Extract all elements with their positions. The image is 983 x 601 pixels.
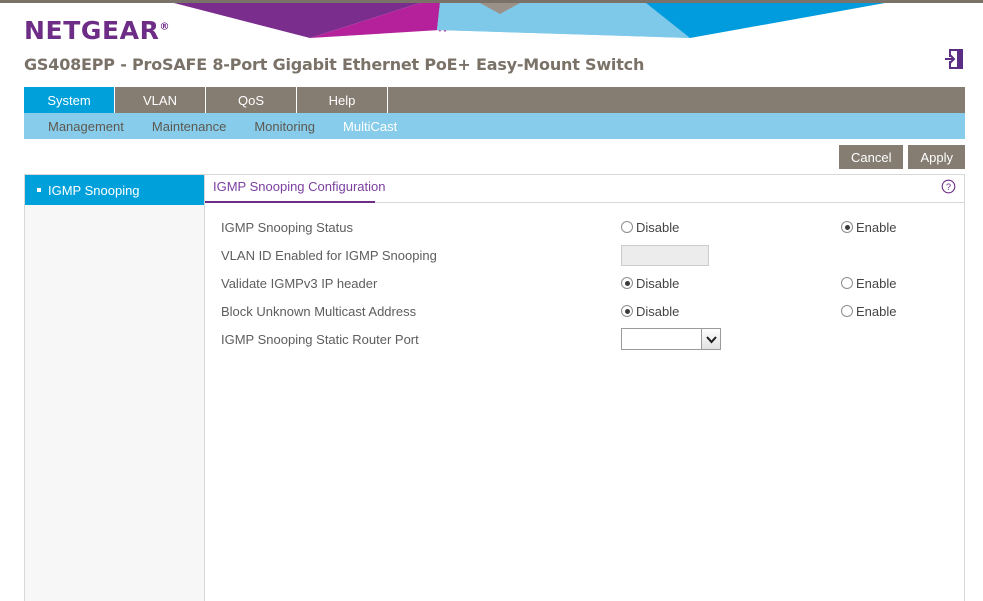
tab-system[interactable]: System [24,87,115,113]
tab-help-label: Help [329,93,356,108]
radio-label: Enable [856,220,896,235]
radio-icon [841,221,853,233]
panel-active-underline [205,201,375,203]
radio-validate-igmpv3-disable[interactable]: Disable [621,276,841,291]
tab-vlan-label: VLAN [143,93,177,108]
help-icon[interactable]: ? [941,179,956,194]
content-panel: IGMP Snooping Configuration ? IGMP Snoop… [205,174,965,601]
radio-icon [841,277,853,289]
radio-label: Disable [636,276,679,291]
netgear-logo: NETGEAR® [24,16,169,45]
tab-qos[interactable]: QoS [206,87,297,113]
sidebar-item-igmp-snooping[interactable]: IGMP Snooping [25,175,204,205]
subtab-multicast[interactable]: MultiCast [329,119,411,134]
svg-text:?: ? [946,182,951,192]
sub-tab-bar: Management Maintenance Monitoring MultiC… [24,113,965,139]
radio-label: Disable [636,220,679,235]
radio-icon [841,305,853,317]
radio-icon [621,277,633,289]
panel-title: IGMP Snooping Configuration [213,179,385,194]
chevron-down-icon [701,329,720,349]
label-static-router-port: IGMP Snooping Static Router Port [221,332,621,347]
sidebar-item-label: IGMP Snooping [48,183,140,198]
tab-qos-label: QoS [238,93,264,108]
bullet-icon [37,188,41,192]
radio-icon [621,221,633,233]
radio-block-multicast-enable[interactable]: Enable [841,304,983,319]
panel-header: IGMP Snooping Configuration ? [205,175,964,203]
form-row-validate-igmpv3: Validate IGMPv3 IP header Disable Enable [205,269,964,297]
tab-vlan[interactable]: VLAN [115,87,206,113]
sidebar: IGMP Snooping [24,174,205,601]
radio-validate-igmpv3-enable[interactable]: Enable [841,276,983,291]
subtab-monitoring[interactable]: Monitoring [240,119,329,134]
radio-label: Enable [856,276,896,291]
action-button-group: Cancel Apply [839,145,965,169]
radio-label: Enable [856,304,896,319]
page-root: NETGEAR® GS408EPP - ProSAFE 8-Port Gigab… [0,0,983,601]
form-row-igmp-snooping-status: IGMP Snooping Status Disable Enable [205,213,964,241]
page-title: GS408EPP - ProSAFE 8-Port Gigabit Ethern… [24,55,644,74]
form-row-static-router-port: IGMP Snooping Static Router Port [205,325,964,353]
vlan-id-input[interactable] [621,245,709,266]
logo-text: NETGEAR [24,16,159,45]
static-router-port-select[interactable] [621,328,721,350]
cancel-button[interactable]: Cancel [839,145,903,169]
label-vlan-id: VLAN ID Enabled for IGMP Snooping [221,248,621,263]
radio-igmp-status-enable[interactable]: Enable [841,220,983,235]
registered-mark: ® [159,22,169,33]
tab-help[interactable]: Help [297,87,388,113]
radio-block-multicast-disable[interactable]: Disable [621,304,841,319]
igmp-snooping-form: IGMP Snooping Status Disable Enable VLAN… [205,203,964,353]
apply-button[interactable]: Apply [908,145,965,169]
label-igmp-snooping-status: IGMP Snooping Status [221,220,621,235]
radio-igmp-status-disable[interactable]: Disable [621,220,841,235]
subtab-management[interactable]: Management [34,119,138,134]
label-block-unknown-multicast: Block Unknown Multicast Address [221,304,621,319]
radio-icon [621,305,633,317]
radio-label: Disable [636,304,679,319]
subtab-maintenance[interactable]: Maintenance [138,119,240,134]
tab-system-label: System [47,93,90,108]
tab-bar-filler [388,87,965,113]
form-row-block-unknown-multicast: Block Unknown Multicast Address Disable … [205,297,964,325]
label-validate-igmpv3: Validate IGMPv3 IP header [221,276,621,291]
form-row-vlan-id: VLAN ID Enabled for IGMP Snooping [205,241,964,269]
main-tab-bar: System VLAN QoS Help [24,87,965,113]
logout-icon[interactable] [943,48,965,70]
